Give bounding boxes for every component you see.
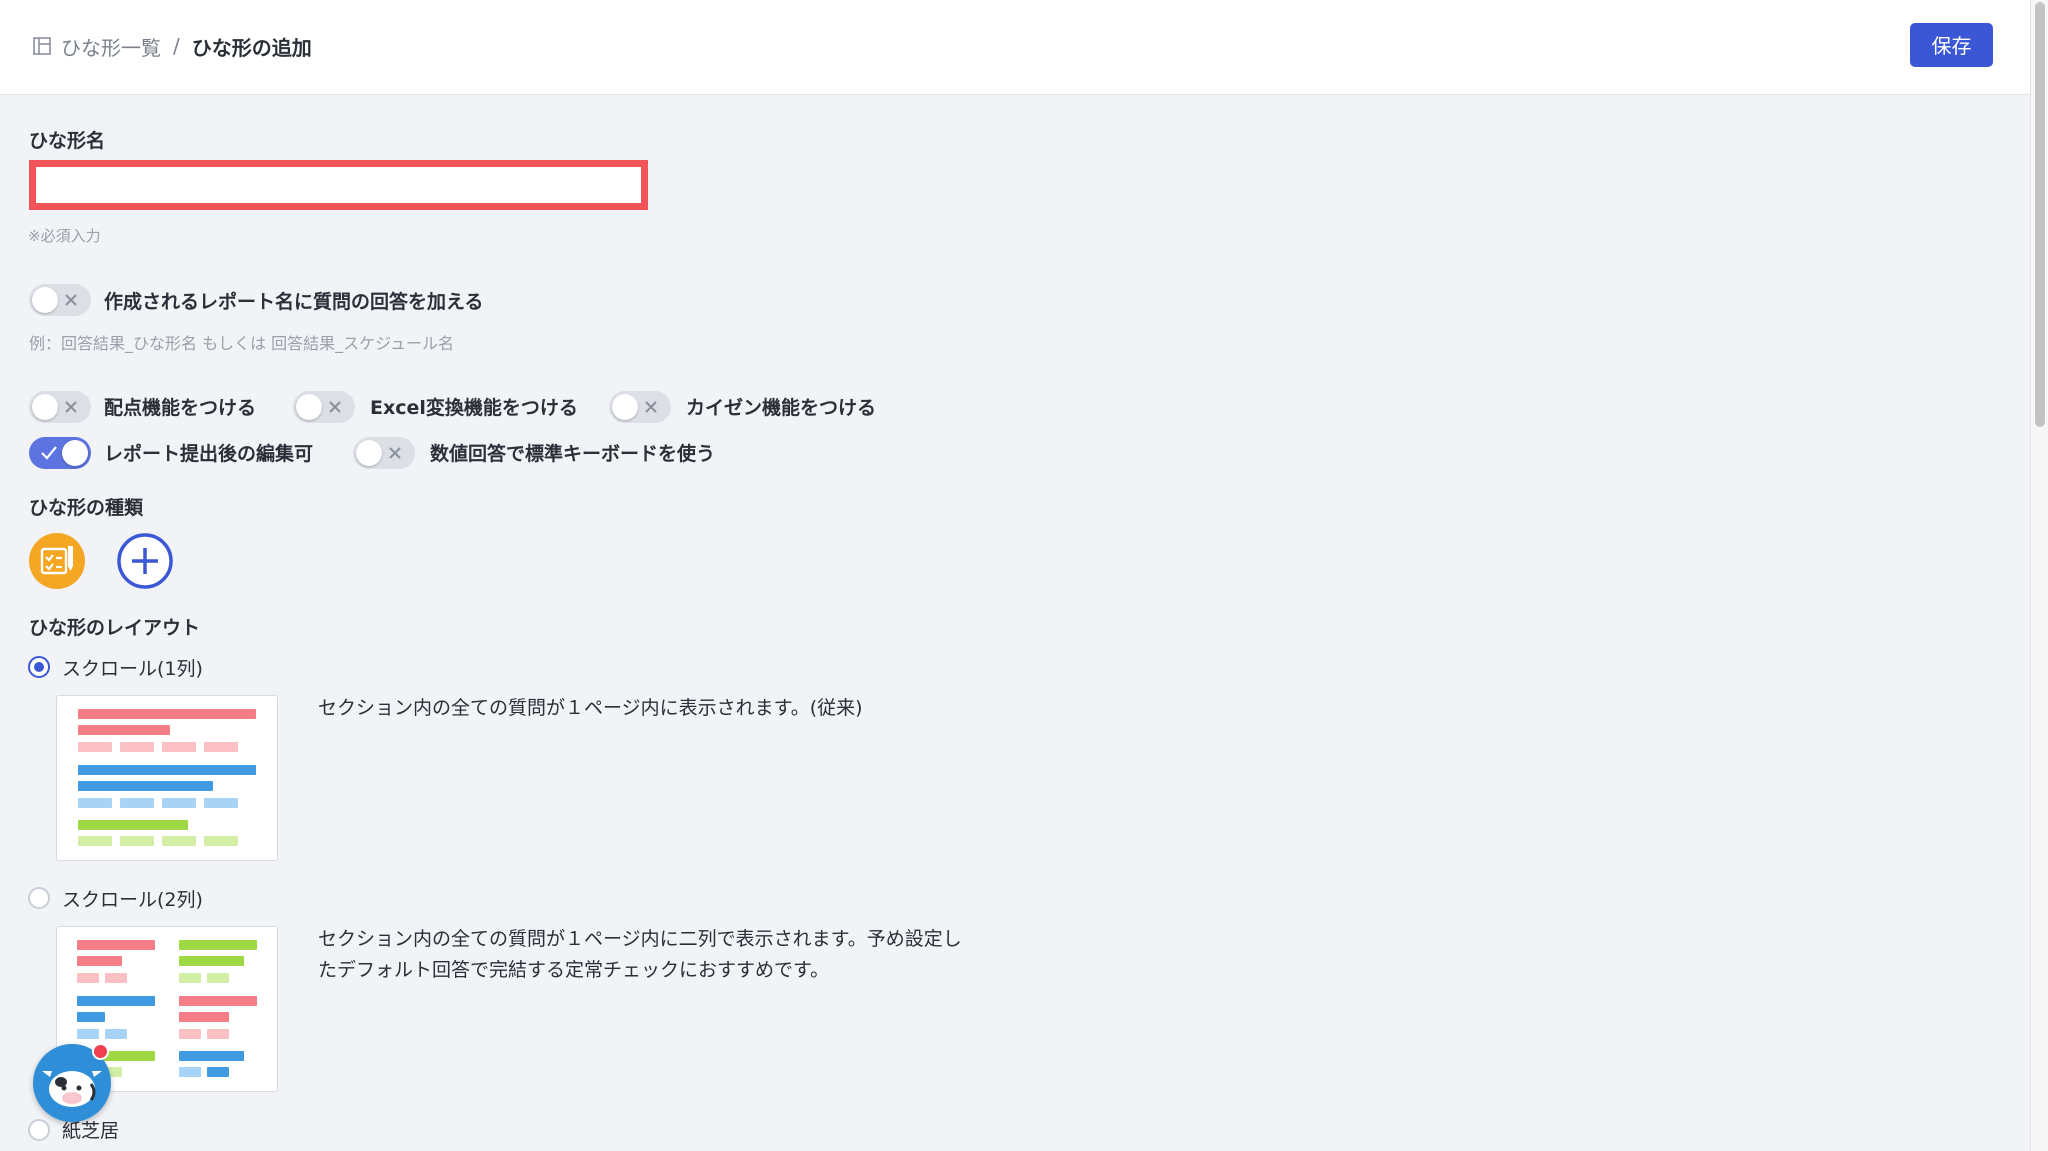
plus-circle-icon[interactable] [116, 532, 174, 590]
layout-radio-scroll-1col[interactable] [28, 656, 50, 678]
layout-label-scroll-2col[interactable]: スクロール(2列) [62, 885, 203, 912]
checklist-icon-graphic [40, 546, 73, 575]
x-icon [645, 401, 657, 413]
edit-after-submit-toggle[interactable] [29, 437, 91, 469]
toggle-knob [296, 394, 322, 420]
layout-desc-scroll-2col-line2: たデフォルト回答で完結する定常チェックにおすすめです。 [318, 959, 830, 981]
check-icon [41, 446, 57, 460]
report-name-answer-label: 作成されるレポート名に質問の回答を加える [104, 291, 484, 313]
scrollbar-thumb[interactable] [2035, 2, 2045, 427]
layout-label-scroll-1col[interactable]: スクロール(1列) [62, 654, 203, 681]
layout-radio-kamishibai[interactable] [28, 1119, 50, 1141]
standard-keyboard-label: 数値回答で標準キーボードを使う [430, 443, 716, 465]
notification-badge [92, 1043, 109, 1060]
layout-desc-scroll-1col: セクション内の全ての質問が１ページ内に表示されます。(従来) [318, 697, 863, 719]
page-header: ひな形一覧 / ひな形の追加 保存 [0, 0, 2030, 95]
template-name-input[interactable] [29, 160, 648, 210]
required-note: ※必須入力 [28, 227, 101, 245]
edit-after-submit-label: レポート提出後の編集可 [104, 443, 314, 465]
list-layout-icon [33, 37, 51, 55]
x-icon [65, 401, 77, 413]
breadcrumb: ひな形一覧 / ひな形の追加 [33, 30, 312, 62]
report-name-answer-toggle[interactable] [29, 284, 91, 316]
template-type-label: ひな形の種類 [29, 497, 144, 519]
layout-preview-scroll-1col[interactable] [56, 695, 278, 861]
kaizen-toggle[interactable] [609, 391, 671, 423]
toggle-knob [612, 394, 638, 420]
template-name-label: ひな形名 [29, 130, 106, 152]
toggle-knob [62, 440, 88, 466]
excel-export-toggle[interactable] [293, 391, 355, 423]
standard-keyboard-toggle[interactable] [353, 437, 415, 469]
layout-desc-scroll-2col-line1: セクション内の全ての質問が１ページ内に二列で表示されます。予め設定し [318, 928, 962, 950]
scoring-toggle[interactable] [29, 391, 91, 423]
x-icon [65, 294, 77, 306]
toggle-knob [32, 394, 58, 420]
toggle-knob [32, 287, 58, 313]
x-icon [329, 401, 341, 413]
layout-desc-scroll-2col: セクション内の全ての質問が１ページ内に二列で表示されます。予め設定し たデフォル… [318, 924, 962, 986]
excel-export-label: Excel変換機能をつける [370, 397, 578, 419]
breadcrumb-current: ひな形の追加 [191, 35, 312, 60]
checklist-icon[interactable] [29, 533, 85, 589]
x-icon [389, 447, 401, 459]
kaizen-label: カイゼン機能をつける [686, 397, 877, 419]
toggle-knob [356, 440, 382, 466]
breadcrumb-separator: / [173, 34, 180, 58]
save-button[interactable]: 保存 [1910, 23, 1993, 67]
scoring-label: 配点機能をつける [104, 397, 257, 419]
report-name-example: 例：回答結果_ひな形名 もしくは 回答結果_スケジュール名 [29, 334, 455, 353]
template-layout-label: ひな形のレイアウト [29, 617, 201, 639]
breadcrumb-template-list-link[interactable]: ひな形一覧 [61, 32, 161, 61]
layout-radio-scroll-2col[interactable] [28, 887, 50, 909]
